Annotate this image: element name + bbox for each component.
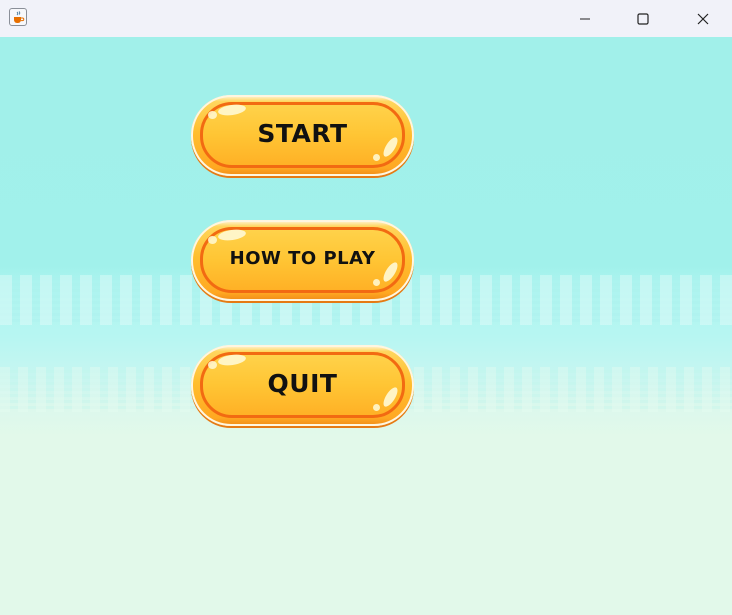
minimize-icon xyxy=(579,13,591,25)
start-button[interactable]: START xyxy=(191,95,414,176)
how-to-play-button[interactable]: HOW TO PLAY xyxy=(191,220,414,301)
quit-button-label: QUIT xyxy=(267,369,338,398)
quit-button[interactable]: QUIT xyxy=(191,345,414,426)
minimize-button[interactable] xyxy=(562,0,608,37)
title-bar[interactable] xyxy=(0,0,732,37)
maximize-icon xyxy=(637,12,649,25)
how-to-play-button-label: HOW TO PLAY xyxy=(229,248,376,269)
game-window: START HOW TO PLAY QUIT xyxy=(0,0,732,615)
close-button[interactable] xyxy=(680,0,726,37)
start-button-label: START xyxy=(257,119,348,148)
maximize-button[interactable] xyxy=(620,0,666,37)
close-icon xyxy=(697,13,709,25)
java-cup-icon[interactable] xyxy=(9,8,27,26)
game-canvas: START HOW TO PLAY QUIT xyxy=(0,37,732,615)
